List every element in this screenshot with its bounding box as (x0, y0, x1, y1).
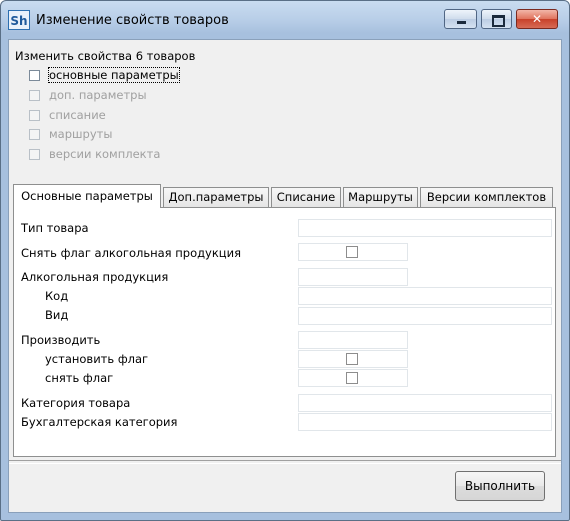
checkbox-label: доп. параметры (49, 88, 147, 102)
kind-label: Вид (45, 308, 69, 322)
alcohol-products-label: Алкогольная продукция (21, 270, 169, 284)
remove-alcohol-flag-label: Снять флаг алкогольная продукция (21, 246, 242, 260)
product-type-field[interactable] (298, 219, 552, 237)
tab-routes[interactable]: Маршруты (343, 187, 418, 207)
alcohol-products-field[interactable] (298, 268, 408, 286)
set-flag-cell (298, 350, 408, 368)
checkbox-box[interactable] (29, 110, 40, 121)
window-title: Изменение свойств товаров (36, 13, 229, 28)
checkbox-box[interactable] (29, 90, 40, 101)
maximize-button[interactable] (481, 9, 512, 29)
checkbox-box[interactable] (29, 149, 40, 160)
dialog-window: Sh Изменение свойств товаров ✕ Изменить … (0, 0, 570, 521)
tab-extra-params[interactable]: Доп.параметры (163, 187, 269, 207)
unset-flag-checkbox[interactable] (346, 372, 358, 384)
checkbox-box[interactable] (29, 129, 40, 140)
minimize-icon (445, 10, 476, 28)
accounting-category-label: Бухгалтерская категория (21, 415, 178, 429)
checkbox-label: списание (49, 108, 106, 122)
tab-panel-main-params: Тип товара Снять флаг алкогольная продук… (13, 207, 556, 457)
product-category-label: Категория товара (21, 396, 131, 410)
dialog-client-area: Изменить свойства 6 товаров основные пар… (8, 39, 562, 513)
tab-kit-versions[interactable]: Версии комплектов (420, 187, 553, 207)
remove-alcohol-flag-cell (298, 243, 408, 261)
tab-strip: Основные параметры Доп.параметры Списани… (13, 184, 558, 208)
change-count-heading: Изменить свойства 6 товаров (15, 49, 196, 63)
code-label: Код (45, 289, 69, 303)
code-field[interactable] (298, 287, 552, 305)
checkbox-box[interactable] (29, 70, 40, 81)
remove-alcohol-flag-checkbox[interactable] (346, 246, 358, 258)
title-bar[interactable]: Sh Изменение свойств товаров ✕ (1, 1, 569, 39)
set-flag-checkbox[interactable] (346, 353, 358, 365)
product-type-label: Тип товара (21, 221, 89, 235)
tab-main-params[interactable]: Основные параметры (13, 184, 161, 208)
run-button[interactable]: Выполнить (455, 471, 545, 501)
app-icon: Sh (8, 10, 30, 30)
checkbox-label: основные параметры (48, 67, 180, 83)
close-icon: ✕ (531, 12, 543, 26)
accounting-category-field[interactable] (298, 413, 552, 431)
button-separator (9, 460, 561, 464)
produce-field[interactable] (298, 331, 408, 349)
set-flag-label: установить флаг (45, 352, 149, 366)
minimize-button[interactable] (444, 9, 477, 29)
close-button[interactable]: ✕ (516, 9, 558, 29)
checkbox-label: маршруты (49, 127, 113, 141)
maximize-icon (482, 10, 511, 28)
product-category-field[interactable] (298, 394, 552, 412)
unset-flag-cell (298, 369, 408, 387)
checkbox-label: версии комплекта (49, 147, 161, 161)
tab-writeoff[interactable]: Списание (271, 187, 341, 207)
kind-field[interactable] (298, 307, 552, 325)
produce-label: Производить (21, 333, 101, 347)
unset-flag-label: снять флаг (45, 371, 114, 385)
